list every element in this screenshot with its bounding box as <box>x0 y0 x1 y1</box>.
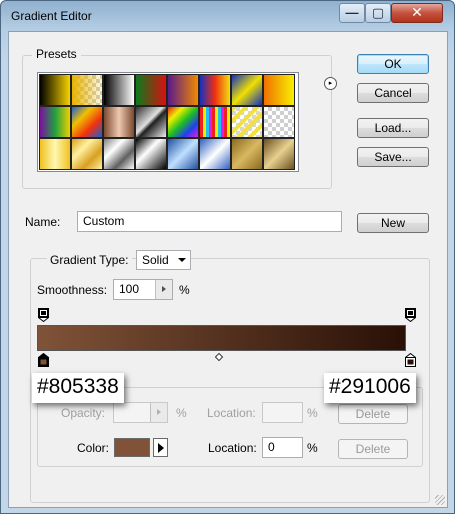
preset-swatch[interactable] <box>199 74 231 106</box>
opacity-label: Opacity: <box>61 406 106 420</box>
preset-swatch[interactable] <box>199 106 231 138</box>
preset-swatch[interactable] <box>135 74 167 106</box>
color-label: Color: <box>77 441 110 455</box>
opacity-stepper-button[interactable] <box>150 403 167 422</box>
maximize-button[interactable]: ▢ <box>365 3 391 23</box>
cancel-button[interactable]: Cancel <box>357 83 429 103</box>
smoothness-unit: % <box>179 283 190 297</box>
load-button[interactable]: Load... <box>357 118 429 138</box>
preset-swatch[interactable] <box>263 106 295 138</box>
close-icon: ✕ <box>411 4 423 20</box>
gradient-editor-window: Gradient Editor — ▢ ✕ Presets ▸ OK Cance… <box>0 0 455 514</box>
smoothness-stepper-button[interactable] <box>155 280 172 299</box>
triangle-right-icon <box>157 409 161 415</box>
preset-swatch[interactable] <box>167 106 199 138</box>
opacity-delete-button[interactable]: Delete <box>338 404 408 424</box>
preset-swatch[interactable] <box>231 74 263 106</box>
preset-swatch[interactable] <box>135 138 167 170</box>
opacity-unit: % <box>176 406 187 420</box>
new-button[interactable]: New <box>357 213 429 233</box>
preset-swatch[interactable] <box>71 106 103 138</box>
preset-swatch[interactable] <box>231 106 263 138</box>
preset-swatch[interactable] <box>263 74 295 106</box>
gradient-preview-bar[interactable] <box>37 325 406 351</box>
start-hex-label: #805338 <box>32 373 124 403</box>
color-location-input[interactable]: 0 <box>262 437 303 458</box>
presets-swatch-grid <box>37 72 299 172</box>
ok-button[interactable]: OK <box>357 54 429 74</box>
resize-grip[interactable] <box>435 495 445 505</box>
preset-swatch[interactable] <box>39 106 71 138</box>
end-hex-label: #291006 <box>324 373 416 403</box>
chevron-down-icon <box>178 258 186 262</box>
smoothness-label: Smoothness: <box>37 283 108 297</box>
smoothness-value: 100 <box>119 282 140 296</box>
presets-menu-icon[interactable]: ▸ <box>324 77 337 90</box>
dialog-client-area: Presets ▸ OK Cancel Load... Save... Name… <box>8 31 448 508</box>
color-location-unit: % <box>307 441 318 455</box>
gradient-type-select[interactable]: Solid <box>136 250 191 270</box>
preset-swatch[interactable] <box>167 74 199 106</box>
title-bar[interactable]: Gradient Editor — ▢ ✕ <box>1 1 454 31</box>
color-location-label: Location: <box>208 441 257 455</box>
opacity-stop-right[interactable] <box>405 308 416 322</box>
preset-swatch[interactable] <box>231 138 263 170</box>
minimize-icon: — <box>345 5 359 20</box>
preset-swatch[interactable] <box>135 106 167 138</box>
preset-swatch[interactable] <box>199 138 231 170</box>
name-label: Name: <box>25 215 61 229</box>
preset-swatch[interactable] <box>39 74 71 106</box>
preset-swatch[interactable] <box>103 74 135 106</box>
preset-swatch[interactable] <box>103 106 135 138</box>
name-input[interactable]: Custom <box>77 211 342 232</box>
preset-swatch[interactable] <box>103 138 135 170</box>
color-swatch[interactable] <box>114 438 150 457</box>
maximize-icon: ▢ <box>371 5 385 20</box>
save-button[interactable]: Save... <box>357 147 429 167</box>
preset-swatch[interactable] <box>167 138 199 170</box>
gradient-type-label: Gradient Type: <box>47 253 132 267</box>
triangle-right-icon <box>158 443 164 453</box>
preset-swatch[interactable] <box>39 138 71 170</box>
gradient-type-value: Solid <box>142 253 169 267</box>
triangle-right-icon <box>162 286 166 292</box>
preset-swatch[interactable] <box>71 74 103 106</box>
presets-legend: Presets <box>32 47 81 61</box>
opacity-location-label: Location: <box>207 406 256 420</box>
opacity-location-input[interactable] <box>262 402 303 423</box>
window-title: Gradient Editor <box>11 9 92 23</box>
close-button[interactable]: ✕ <box>391 3 443 23</box>
preset-swatch[interactable] <box>71 138 103 170</box>
minimize-button[interactable]: — <box>339 3 365 23</box>
color-stop-right[interactable] <box>405 353 416 367</box>
preset-swatch[interactable] <box>263 138 295 170</box>
opacity-stop-left[interactable] <box>38 308 49 322</box>
opacity-location-unit: % <box>307 406 318 420</box>
color-menu-button[interactable] <box>153 438 168 457</box>
color-stop-left[interactable] <box>38 353 49 367</box>
color-delete-button[interactable]: Delete <box>338 439 408 459</box>
